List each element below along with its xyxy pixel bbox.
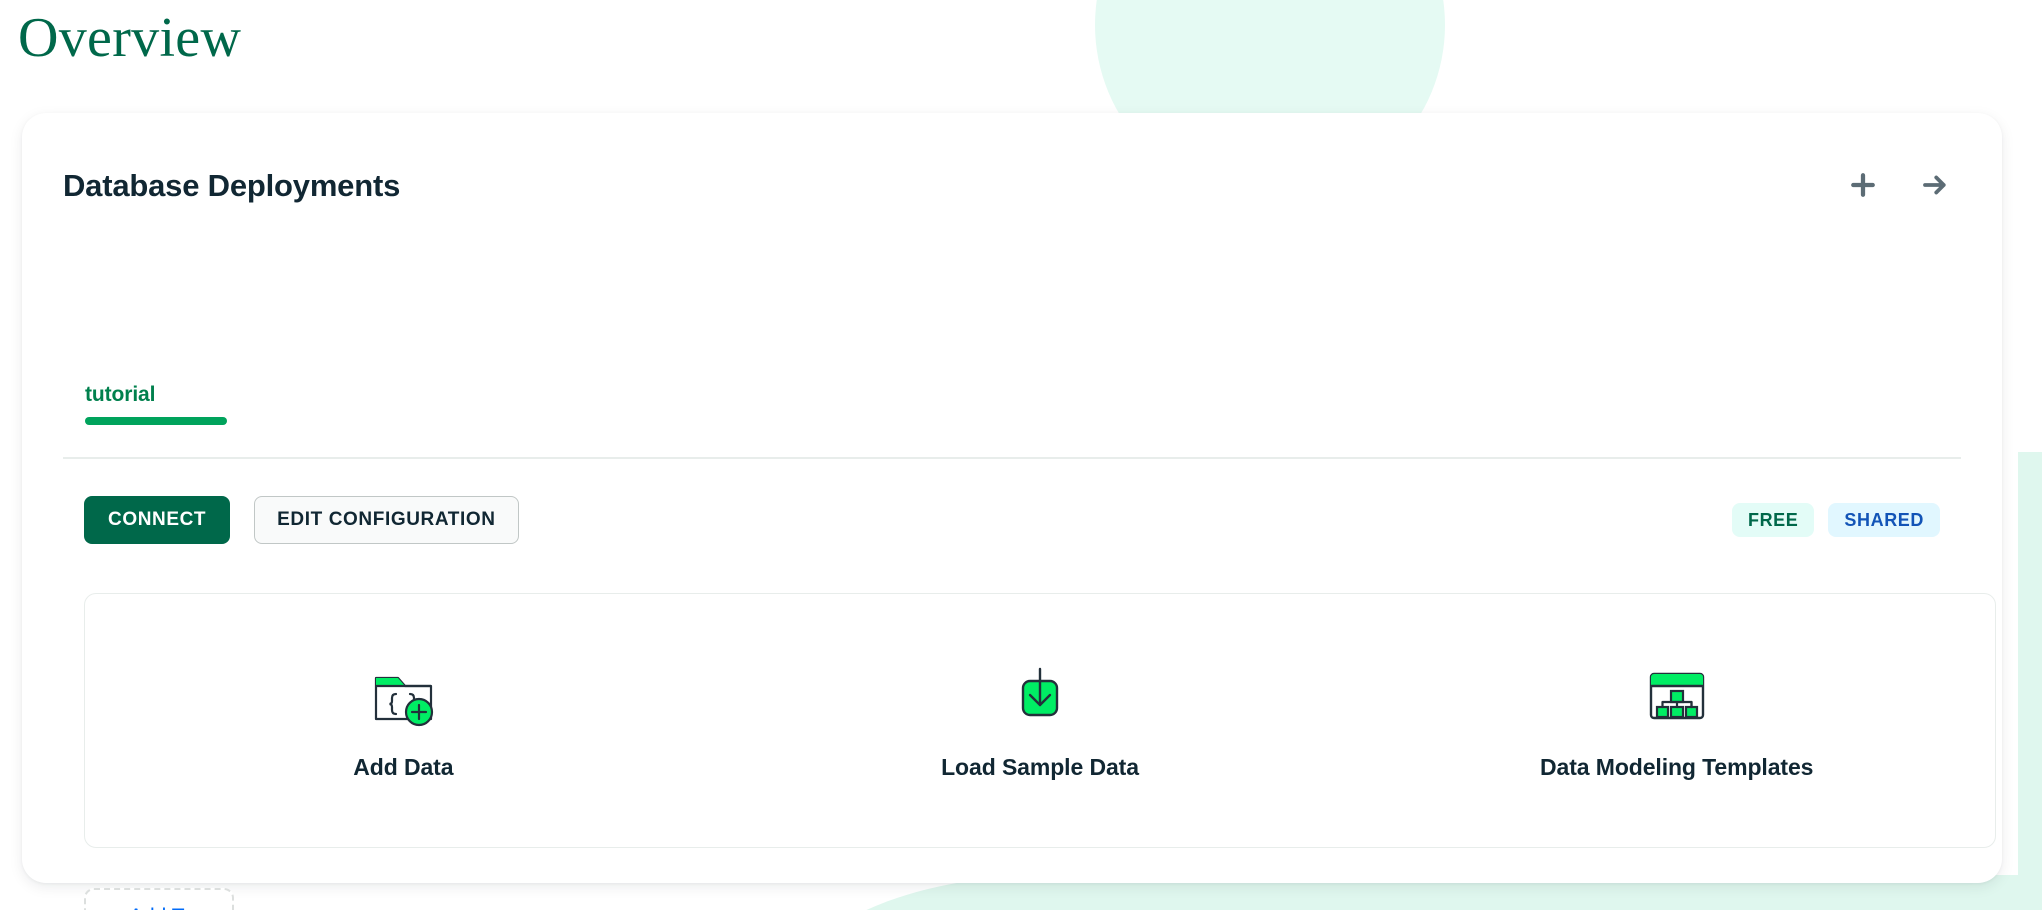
deployment-action-row: CONNECT EDIT CONFIGURATION FREE SHARED xyxy=(84,496,1940,544)
quick-action-label: Add Data xyxy=(353,754,454,780)
go-to-deployments-button[interactable] xyxy=(1918,168,1952,202)
quick-action-load-sample-data[interactable]: Load Sample Data xyxy=(722,660,1359,781)
card-title: Database Deployments xyxy=(63,168,401,203)
folder-braces-add-icon xyxy=(367,660,439,732)
status-badge-free: FREE xyxy=(1731,503,1815,537)
deployment-tabs: tutorial xyxy=(63,383,1961,425)
quick-actions-panel: Add Data Load Sample Data Data Modeling … xyxy=(84,593,1996,848)
edit-configuration-button[interactable]: EDIT CONFIGURATION xyxy=(254,496,519,544)
download-arrow-icon xyxy=(1004,660,1076,732)
tabs-divider xyxy=(63,457,1961,459)
arrow-right-icon xyxy=(1920,170,1950,200)
quick-action-data-modeling-templates[interactable]: Data Modeling Templates xyxy=(1358,660,1995,781)
database-deployments-card: Database Deployments tutorial CONNECT ED… xyxy=(22,113,2002,910)
plus-icon xyxy=(1848,170,1878,200)
add-tag-button[interactable]: + Add Tag xyxy=(84,888,234,910)
deployment-badges: FREE SHARED xyxy=(1731,503,1940,537)
connect-button[interactable]: CONNECT xyxy=(84,496,231,544)
create-deployment-button[interactable] xyxy=(1846,168,1880,202)
quick-action-label: Load Sample Data xyxy=(941,754,1139,780)
app-root: Overview Database Deployments tutorial C… xyxy=(0,0,2042,910)
quick-action-label: Data Modeling Templates xyxy=(1540,754,1814,780)
tab-active-indicator xyxy=(85,417,227,425)
schema-hierarchy-icon xyxy=(1641,660,1713,732)
page-title: Overview xyxy=(18,7,242,69)
card-header-actions xyxy=(1846,168,1952,202)
background-blob-right-decoration xyxy=(2018,452,2042,910)
card-header: Database Deployments xyxy=(22,113,2002,223)
quick-action-add-data[interactable]: Add Data xyxy=(85,660,722,781)
status-badge-shared: SHARED xyxy=(1828,503,1940,537)
